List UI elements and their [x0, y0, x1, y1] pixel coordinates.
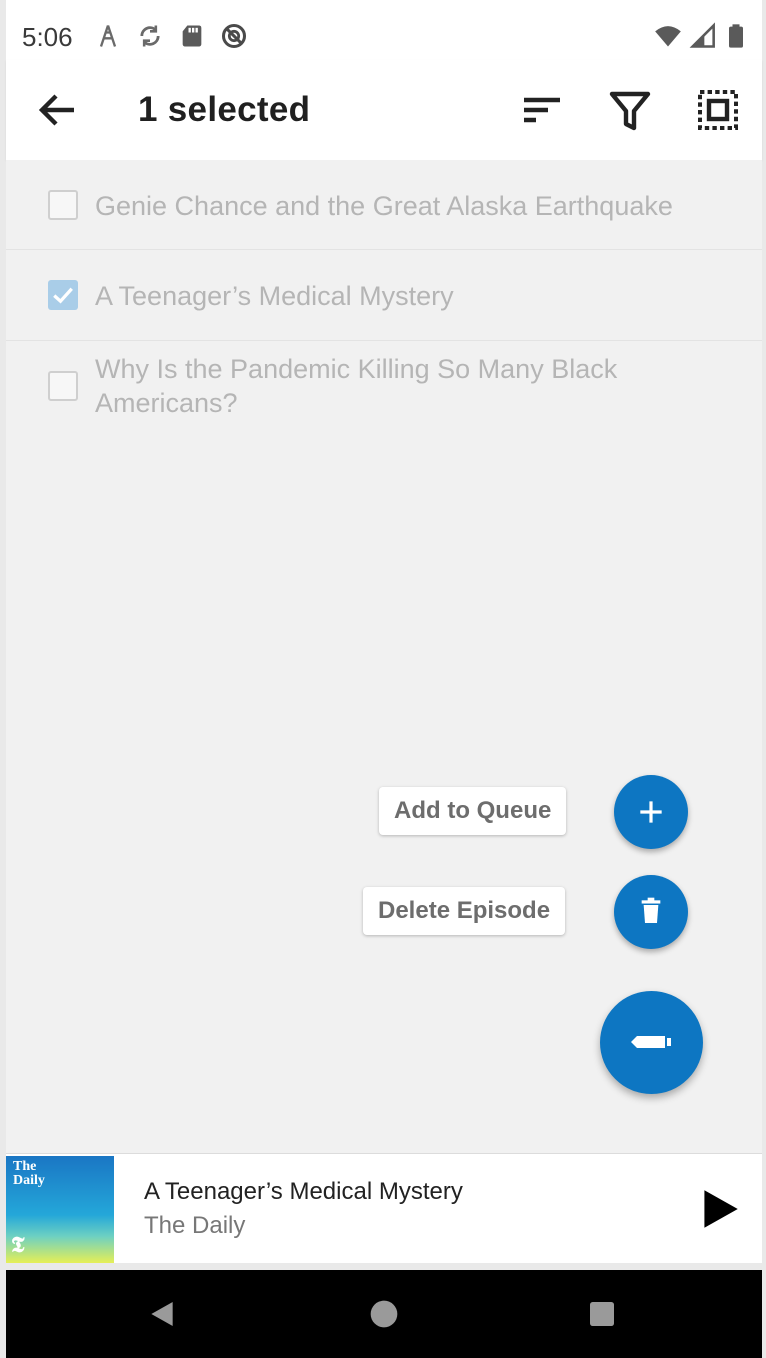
episode-title: A Teenager’s Medical Mystery — [95, 281, 454, 311]
now-playing-podcast: The Daily — [144, 1212, 246, 1239]
plus-icon — [640, 801, 662, 823]
episode-title: Why Is the Pandemic Killing So Many Blac… — [95, 354, 618, 418]
trash-icon — [641, 897, 661, 923]
now-playing-title: A Teenager’s Medical Mystery — [144, 1178, 463, 1205]
episode-checkbox-checked[interactable] — [48, 280, 78, 310]
play-icon[interactable] — [694, 1184, 744, 1234]
select-all-icon[interactable] — [694, 86, 742, 134]
status-time: 5:06 — [22, 22, 73, 52]
now-playing-bar[interactable]: The Daily 𝕿 A Teenager’s Medical Mystery… — [6, 1153, 762, 1264]
nav-recents-icon[interactable] — [586, 1298, 618, 1330]
episode-list: Genie Chance and the Great Alaska Earthq… — [6, 160, 762, 1153]
cellular-signal-icon — [689, 22, 715, 48]
wifi-icon — [655, 26, 681, 47]
podcast-cover-art[interactable]: The Daily 𝕿 — [6, 1156, 114, 1263]
status-icons-left — [94, 22, 248, 50]
cover-text: The Daily — [13, 1159, 45, 1188]
delete-episode-button[interactable] — [614, 875, 688, 949]
edit-pen-icon — [631, 1036, 671, 1048]
delete-episode-label[interactable]: Delete Episode — [363, 887, 566, 935]
nav-back-icon[interactable] — [146, 1298, 178, 1330]
sd-card-icon — [182, 25, 202, 47]
speed-dial-toggle-button[interactable] — [600, 991, 703, 1094]
episode-row[interactable]: Why Is the Pandemic Killing So Many Blac… — [6, 341, 762, 431]
do-not-disturb-icon — [221, 23, 247, 49]
page-title: 1 selected — [138, 90, 311, 129]
sort-icon[interactable] — [518, 86, 566, 134]
episode-title: Genie Chance and the Great Alaska Earthq… — [95, 191, 673, 221]
nyt-logo-icon: 𝕿 — [11, 1232, 25, 1258]
episode-checkbox[interactable] — [48, 371, 78, 401]
check-icon — [53, 287, 73, 304]
episode-checkbox[interactable] — [48, 190, 78, 220]
app-bar: 1 selected — [6, 60, 762, 160]
status-bar: 5:06 — [6, 12, 762, 60]
add-to-queue-button[interactable] — [614, 775, 688, 849]
screen: 5:06 1 selected Genie Chance and the Gre… — [6, 0, 762, 1358]
battery-icon — [729, 24, 743, 48]
filter-icon[interactable] — [606, 86, 654, 134]
divider — [6, 1263, 762, 1270]
episode-row[interactable]: Genie Chance and the Great Alaska Earthq… — [6, 160, 762, 250]
nav-home-icon[interactable] — [368, 1298, 400, 1330]
back-arrow-icon[interactable] — [34, 86, 82, 134]
add-to-queue-label[interactable]: Add to Queue — [379, 787, 567, 835]
sync-icon — [140, 25, 160, 47]
status-icons-right — [654, 22, 750, 50]
system-nav-bar — [6, 1270, 762, 1358]
network-activity-icon — [99, 25, 117, 47]
episode-row[interactable]: A Teenager’s Medical Mystery — [6, 250, 762, 341]
